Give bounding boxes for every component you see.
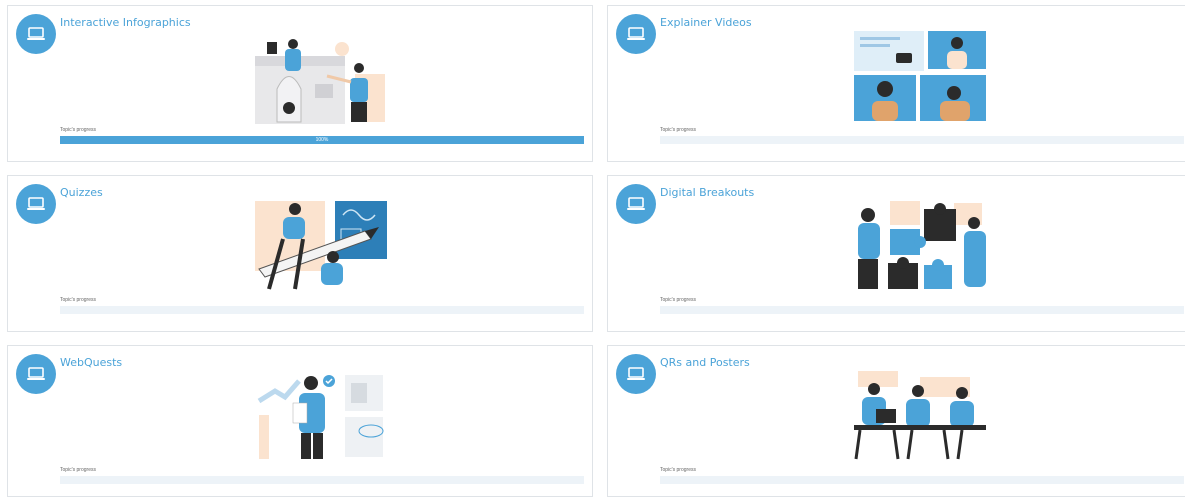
topic-title[interactable]: Digital Breakouts xyxy=(660,186,754,199)
topic-title[interactable]: Explainer Videos xyxy=(660,16,752,29)
laptop-icon xyxy=(616,184,656,224)
topic-card-interactive-infographics[interactable]: Interactive Infographics Topic's progres… xyxy=(7,5,593,162)
laptop-icon xyxy=(616,14,656,54)
giant-pencil-illustration xyxy=(255,201,387,291)
video-call-illustration xyxy=(854,31,986,121)
topic-card-qrs-and-posters[interactable]: QRs and Posters Topic's progress xyxy=(607,345,1185,497)
progress-fill: 100% xyxy=(60,136,584,144)
infographics-illustration xyxy=(255,34,387,124)
progress-label: Topic's progress xyxy=(60,467,96,473)
laptop-icon xyxy=(16,354,56,394)
progress-bar xyxy=(660,476,1184,484)
progress-bar xyxy=(60,476,584,484)
progress-bar xyxy=(660,136,1184,144)
puzzle-pieces-illustration xyxy=(854,201,986,291)
team-meeting-illustration xyxy=(854,371,986,461)
progress-bar xyxy=(60,306,584,314)
progress-label: Topic's progress xyxy=(660,467,696,473)
progress-label: Topic's progress xyxy=(60,127,96,133)
topic-card-quizzes[interactable]: Quizzes Topic's progress xyxy=(7,175,593,332)
topic-card-webquests[interactable]: WebQuests Topic's progress xyxy=(7,345,593,497)
topic-card-digital-breakouts[interactable]: Digital Breakouts Topic's progress xyxy=(607,175,1185,332)
topics-grid: Interactive Infographics Topic's progres… xyxy=(0,0,1185,497)
laptop-icon xyxy=(16,184,56,224)
topic-title[interactable]: Quizzes xyxy=(60,186,103,199)
progress-label: Topic's progress xyxy=(660,297,696,303)
laptop-icon xyxy=(616,354,656,394)
progress-bar: 100% xyxy=(60,136,584,144)
charts-checklist-illustration xyxy=(255,371,387,461)
progress-bar xyxy=(660,306,1184,314)
topic-card-explainer-videos[interactable]: Explainer Videos Topic's progress xyxy=(607,5,1185,162)
progress-label: Topic's progress xyxy=(60,297,96,303)
topic-title[interactable]: QRs and Posters xyxy=(660,356,750,369)
progress-label: Topic's progress xyxy=(660,127,696,133)
topic-title[interactable]: Interactive Infographics xyxy=(60,16,191,29)
laptop-icon xyxy=(16,14,56,54)
topic-title[interactable]: WebQuests xyxy=(60,356,122,369)
